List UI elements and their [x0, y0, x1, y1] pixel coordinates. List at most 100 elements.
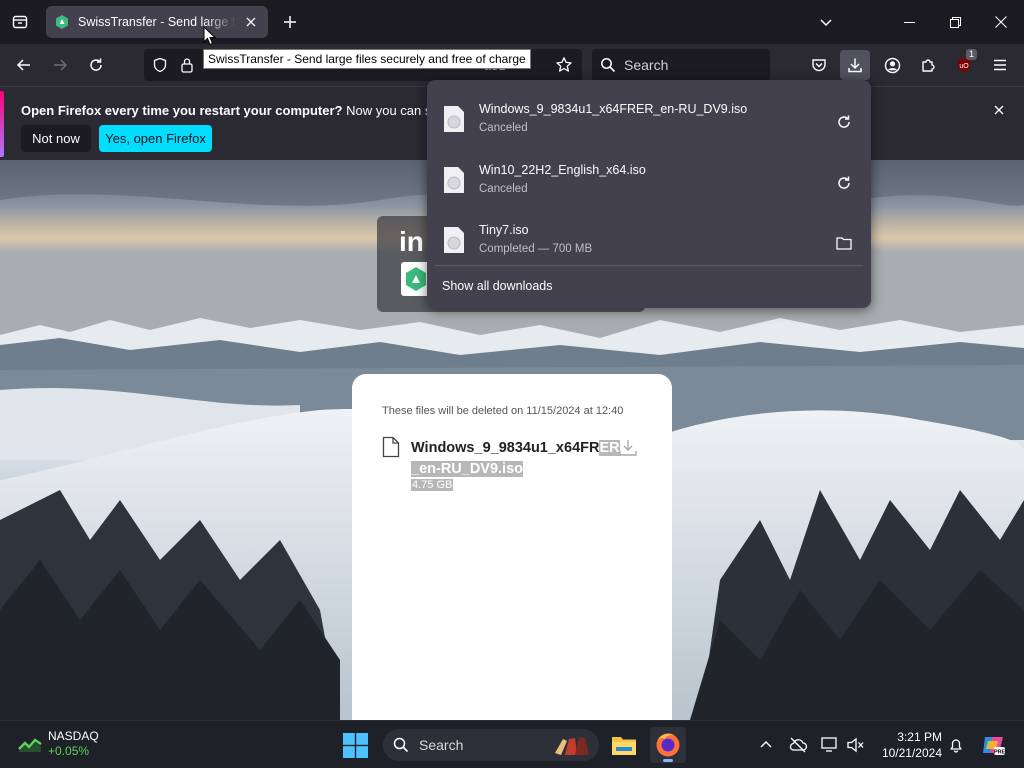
- copilot-button[interactable]: PRE: [980, 732, 1006, 758]
- file-name-part-c: _en-RU_DV9.iso: [411, 461, 524, 477]
- minimize-icon: [903, 21, 915, 23]
- ublock-button[interactable]: uO 1: [949, 49, 979, 80]
- close-icon: [246, 17, 256, 27]
- new-tab-button[interactable]: [276, 8, 304, 36]
- file-icon: [444, 167, 464, 193]
- hamburger-menu-icon: [994, 59, 1006, 71]
- pocket-button[interactable]: [804, 50, 834, 80]
- close-window-button[interactable]: [978, 0, 1024, 44]
- svg-text:PRE: PRE: [994, 750, 1006, 756]
- chevron-down-icon: [820, 19, 832, 27]
- retry-download-button[interactable]: [831, 170, 857, 196]
- reload-icon: [90, 58, 102, 71]
- firefox-view-icon: [12, 15, 28, 29]
- folder-icon: [836, 237, 852, 250]
- notifications-button[interactable]: [946, 735, 966, 755]
- downloads-panel: Windows_9_9834u1_x64FRER_en-RU_DV9.iso C…: [427, 80, 871, 308]
- yes-open-firefox-button[interactable]: Yes, open Firefox: [99, 125, 212, 152]
- active-indicator: [663, 759, 673, 762]
- arrow-right-icon: [54, 59, 68, 71]
- firefox-icon: [656, 733, 680, 757]
- tab-tooltip: SwissTransfer - Send large files securel…: [203, 49, 531, 69]
- search-icon: [601, 58, 616, 73]
- windows-start-icon[interactable]: [343, 733, 368, 758]
- taskbar-clock[interactable]: 3:21 PM 10/21/2024: [876, 729, 942, 761]
- list-all-tabs-button[interactable]: [812, 8, 840, 36]
- search-icon: [393, 737, 409, 753]
- file-icon: [382, 436, 400, 458]
- download-name: Tiny7.iso: [479, 223, 529, 237]
- menu-button[interactable]: [985, 50, 1015, 80]
- search-input[interactable]: [624, 57, 754, 73]
- onedrive-tray-button[interactable]: [788, 735, 808, 755]
- close-icon: [994, 105, 1004, 115]
- retry-download-button[interactable]: [831, 109, 857, 135]
- tab-close-button[interactable]: [242, 13, 260, 31]
- account-button[interactable]: [877, 50, 907, 80]
- file-name[interactable]: Windows_9_9834u1_x64FRER _en-RU_DV9.iso: [411, 438, 620, 480]
- tab-strip: SwissTransfer - Send large files securel…: [0, 0, 1024, 44]
- cloud-off-icon: [789, 737, 808, 753]
- file-icon: [444, 106, 464, 132]
- reload-button[interactable]: [81, 50, 111, 80]
- extensions-button[interactable]: [913, 50, 943, 80]
- arrow-left-icon: [16, 59, 30, 71]
- widget-title: NASDAQ: [48, 729, 99, 743]
- restore-icon: [949, 16, 961, 28]
- notification-close-button[interactable]: [990, 101, 1008, 119]
- swisstransfer-favicon: [56, 15, 68, 29]
- file-size: 4.75 GB: [411, 479, 454, 491]
- folder-icon: [612, 737, 636, 755]
- lock-icon[interactable]: [180, 57, 194, 78]
- tracking-protection-shield-icon[interactable]: [152, 57, 168, 78]
- restore-button[interactable]: [932, 0, 978, 44]
- firefox-taskbar-button[interactable]: [650, 727, 686, 763]
- search-highlight-icon: [555, 737, 589, 755]
- download-item[interactable]: Windows_9_9834u1_x64FRER_en-RU_DV9.iso C…: [427, 85, 871, 143]
- chevron-up-icon: [760, 741, 772, 748]
- plus-icon: [284, 16, 296, 28]
- forward-button[interactable]: [45, 50, 75, 80]
- puzzle-icon: [922, 59, 935, 72]
- tab-swisstransfer[interactable]: SwissTransfer - Send large files securel…: [46, 6, 268, 38]
- network-tray-button[interactable]: [820, 735, 840, 755]
- download-name: Windows_9_9834u1_x64FRER_en-RU_DV9.iso: [479, 102, 748, 116]
- volume-tray-button[interactable]: [846, 735, 866, 755]
- clock-time: 3:21 PM: [897, 730, 942, 744]
- mouse-cursor-icon: [203, 26, 217, 46]
- show-in-folder-button[interactable]: [831, 230, 857, 256]
- notification-accent: [0, 91, 4, 157]
- minimize-button[interactable]: [886, 0, 932, 44]
- show-all-downloads-button[interactable]: Show all downloads: [442, 279, 553, 293]
- taskbar-search-label: Search: [419, 737, 464, 753]
- file-explorer-taskbar-button[interactable]: [606, 727, 642, 763]
- search-bar[interactable]: [592, 49, 770, 81]
- close-icon: [995, 16, 1007, 28]
- taskbar: NASDAQ +0.05% Search 3:21 PM 10/21/2024 …: [0, 720, 1024, 768]
- stock-widget[interactable]: NASDAQ +0.05%: [18, 729, 99, 759]
- volume-muted-icon: [847, 737, 864, 753]
- downloads-button[interactable]: [840, 50, 870, 80]
- expiry-text: These files will be deleted on 11/15/202…: [382, 405, 624, 417]
- back-button[interactable]: [9, 50, 39, 80]
- show-hidden-icons-button[interactable]: [756, 735, 776, 755]
- svg-text:uO: uO: [959, 63, 969, 70]
- not-now-button[interactable]: Not now: [21, 125, 91, 152]
- notification-bold-text: Open Firefox every time you restart your…: [21, 103, 343, 118]
- file-download-icon[interactable]: [618, 438, 638, 458]
- download-item[interactable]: Win10_22H2_English_x64.iso Canceled: [427, 146, 871, 204]
- extension-badge: 1: [965, 49, 977, 60]
- file-name-part-b: ER: [599, 440, 620, 456]
- account-icon: [884, 57, 900, 73]
- retry-icon: [838, 176, 850, 189]
- download-icon: [848, 58, 862, 73]
- firefox-view-button[interactable]: [6, 8, 34, 36]
- taskbar-search[interactable]: Search: [383, 729, 599, 761]
- notification-message: Open Firefox every time you restart your…: [21, 103, 468, 118]
- clock-date: 10/21/2024: [881, 746, 942, 760]
- file-card: These files will be deleted on 11/15/202…: [352, 374, 672, 720]
- file-name-part-a: Windows_9_9834u1_x64FR: [411, 440, 600, 456]
- copilot-icon: PRE: [983, 737, 1006, 756]
- bookmark-star-icon[interactable]: [555, 56, 573, 79]
- download-item[interactable]: Tiny7.iso Completed — 700 MB: [427, 206, 871, 264]
